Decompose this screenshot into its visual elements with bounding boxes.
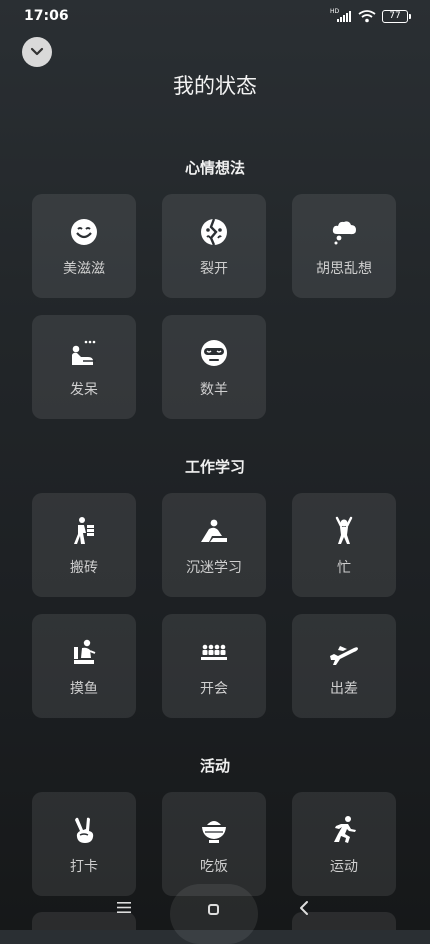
status-tile-label: 开会 xyxy=(200,681,228,697)
slacking-person-icon xyxy=(68,636,100,668)
status-tile-chuchai[interactable]: 出差 xyxy=(292,614,396,718)
running-person-icon xyxy=(328,814,360,846)
carrying-bricks-icon xyxy=(68,515,100,547)
status-tile-label: 搬砖 xyxy=(70,560,98,576)
status-tile-label: 裂开 xyxy=(200,261,228,277)
status-tile-label: 出差 xyxy=(330,681,358,697)
airplane-icon xyxy=(328,636,360,668)
status-tile-mang[interactable]: 忙 xyxy=(292,493,396,597)
thought-cloud-icon xyxy=(328,216,360,248)
chevron-down-icon xyxy=(30,47,44,56)
status-icons: HD 77 xyxy=(330,9,411,23)
status-tile-label: 运动 xyxy=(330,859,358,875)
status-tile-moyu[interactable]: 摸鱼 xyxy=(32,614,136,718)
status-tile-fadai[interactable]: 发呆 xyxy=(32,315,136,419)
page-title: 我的状态 xyxy=(173,74,257,98)
back-icon[interactable] xyxy=(298,900,310,916)
status-tile-banzhuan[interactable]: 搬砖 xyxy=(32,493,136,597)
status-tile-label: 忙 xyxy=(337,560,351,576)
meeting-people-icon xyxy=(198,636,230,668)
cellular-signal-icon: HD xyxy=(330,9,352,23)
status-tile-liekai[interactable]: 裂开 xyxy=(162,194,266,298)
battery-icon: 77 xyxy=(382,9,411,23)
status-tile-label: 吃饭 xyxy=(200,859,228,875)
cracked-face-icon xyxy=(198,216,230,248)
studying-person-icon xyxy=(198,515,230,547)
wifi-icon xyxy=(358,10,376,23)
status-bar: 17:06 HD 77 xyxy=(0,0,430,34)
status-tile-meizizi[interactable]: 美滋滋 xyxy=(32,194,136,298)
status-tile-label: 发呆 xyxy=(70,382,98,398)
status-tile-chenmixuexi[interactable]: 沉迷学习 xyxy=(162,493,266,597)
status-tile-label: 打卡 xyxy=(70,859,98,875)
sleep-mask-icon xyxy=(198,337,230,369)
rice-bowl-icon xyxy=(198,814,230,846)
status-tile-label: 数羊 xyxy=(200,382,228,398)
menu-icon[interactable] xyxy=(117,902,131,913)
daydream-person-icon xyxy=(68,337,100,369)
status-tile-label: 摸鱼 xyxy=(70,681,98,697)
status-tile-label: 沉迷学习 xyxy=(186,560,242,576)
system-nav-bar xyxy=(0,880,430,930)
status-tile-label: 胡思乱想 xyxy=(316,261,372,277)
status-tile-label: 美滋滋 xyxy=(63,261,105,277)
status-tile-husiluanxiang[interactable]: 胡思乱想 xyxy=(292,194,396,298)
victory-hand-icon xyxy=(68,814,100,846)
section-title-activity: 活动 xyxy=(199,757,230,775)
status-tile-shuyang[interactable]: 数羊 xyxy=(162,315,266,419)
collapse-button[interactable] xyxy=(22,37,52,67)
section-title-mood: 心情想法 xyxy=(184,159,245,177)
section-title-work: 工作学习 xyxy=(184,458,245,476)
smiley-face-icon xyxy=(68,216,100,248)
busy-person-icon xyxy=(328,515,360,547)
status-tile-kaihui[interactable]: 开会 xyxy=(162,614,266,718)
status-time: 17:06 xyxy=(24,8,69,24)
